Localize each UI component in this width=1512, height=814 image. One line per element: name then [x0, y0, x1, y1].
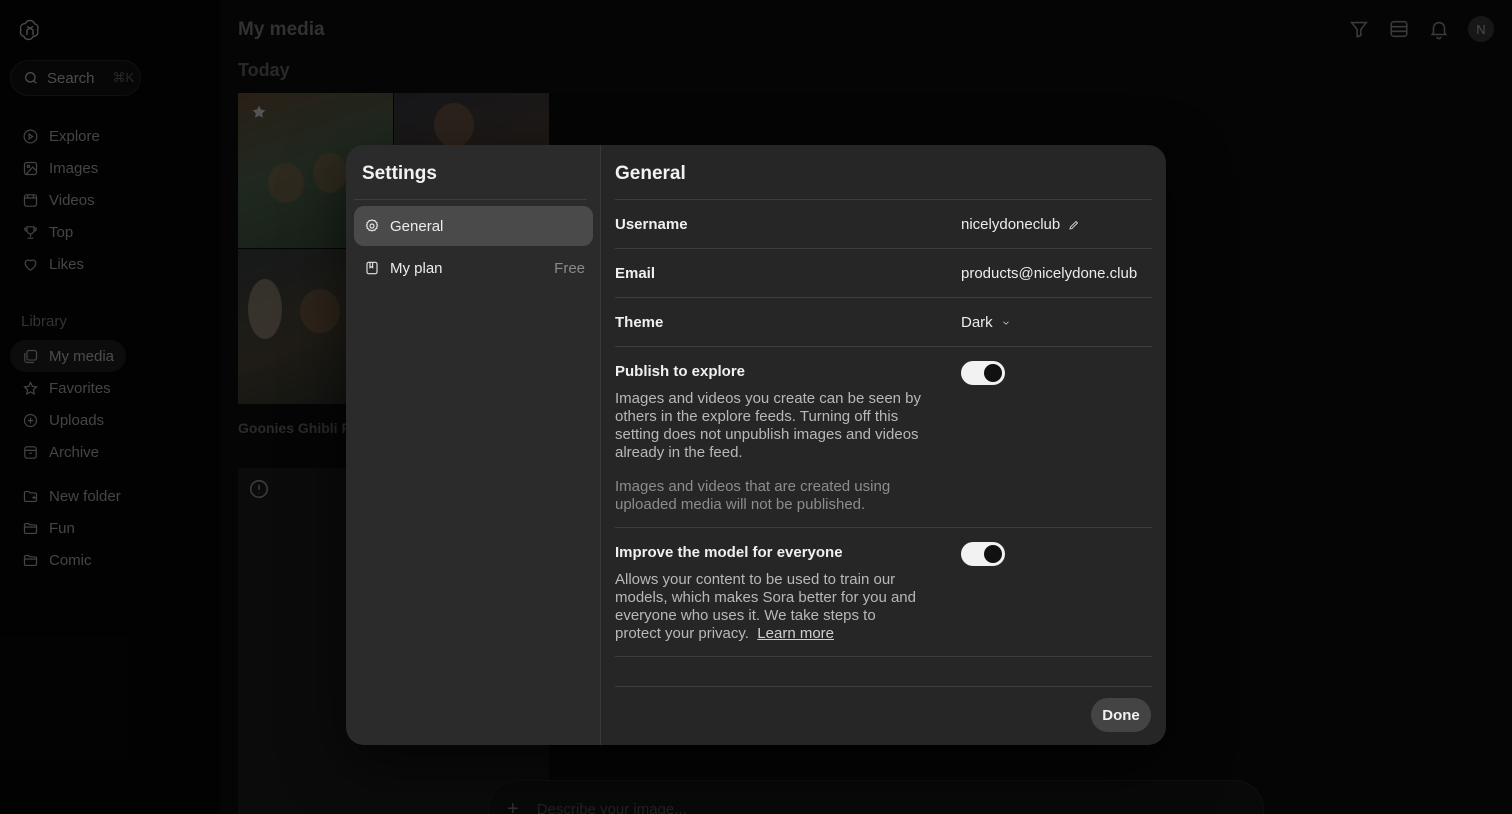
improve-toggle[interactable]	[961, 542, 1005, 566]
divider	[615, 297, 1152, 298]
settings-sidebar: Settings General My plan Free	[346, 145, 601, 745]
chevron-down-icon	[1002, 320, 1009, 325]
publish-toggle[interactable]	[961, 361, 1005, 385]
tab-label: My plan	[390, 259, 443, 277]
publish-label: Publish to explore	[615, 363, 746, 380]
publish-description: Images and videos you create can be seen…	[615, 390, 922, 461]
done-button[interactable]: Done	[1091, 698, 1151, 732]
theme-select[interactable]: Dark	[961, 314, 1011, 331]
theme-value: Dark	[961, 314, 993, 331]
toggle-knob	[984, 545, 1002, 563]
divider	[615, 686, 1152, 687]
divider	[615, 656, 1152, 657]
settings-dialog: Settings General My plan Free General Us…	[346, 145, 1166, 745]
gear-icon	[365, 219, 379, 232]
divider	[354, 199, 587, 200]
email-value: products@nicelydone.club	[961, 265, 1138, 282]
learn-more-link[interactable]: Learn more	[757, 625, 834, 642]
plan-book-icon	[366, 261, 378, 275]
pencil-edit-icon[interactable]	[1068, 219, 1080, 231]
settings-content: General Username nicelydoneclub Email pr…	[601, 145, 1166, 745]
tab-label: General	[390, 217, 444, 235]
settings-tab-general[interactable]: General	[354, 206, 593, 246]
improve-description: Allows your content to be used to train …	[615, 571, 925, 643]
dialog-title: Settings	[362, 163, 437, 184]
divider	[615, 248, 1152, 249]
settings-tab-my-plan[interactable]: My plan Free	[354, 248, 593, 288]
email-label: Email	[615, 265, 656, 282]
improve-label: Improve the model for everyone	[615, 544, 843, 561]
plan-badge: Free	[554, 259, 585, 277]
toggle-knob	[984, 364, 1002, 382]
publish-note: Images and videos that are created using…	[615, 478, 891, 513]
section-title: General	[615, 163, 686, 184]
divider	[615, 346, 1152, 347]
divider	[615, 527, 1152, 528]
username-value[interactable]: nicelydoneclub	[961, 216, 1080, 233]
username-label: Username	[615, 216, 688, 233]
username-text: nicelydoneclub	[961, 216, 1061, 233]
divider	[615, 199, 1152, 200]
theme-label: Theme	[615, 314, 664, 331]
